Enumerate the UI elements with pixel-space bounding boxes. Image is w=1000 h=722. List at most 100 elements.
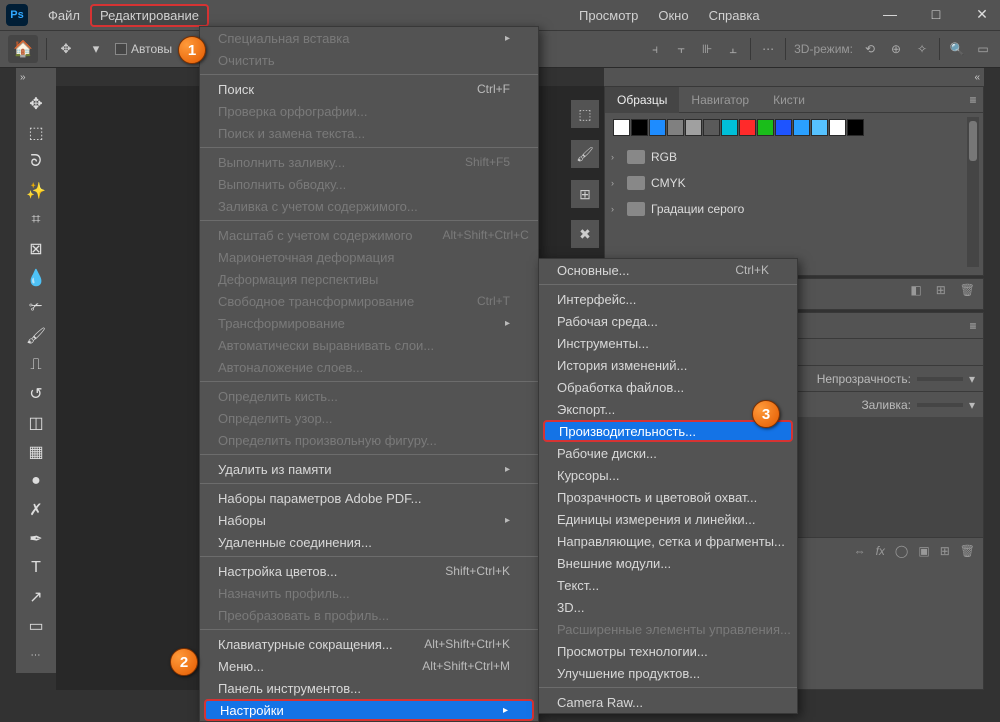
menu-auto-blend[interactable]: Автоналожение слоев... xyxy=(200,356,538,378)
new-group-icon[interactable]: ▣ xyxy=(918,544,929,558)
swatch[interactable] xyxy=(775,119,792,136)
swatch[interactable] xyxy=(631,119,648,136)
prefs-tools[interactable]: Инструменты... xyxy=(539,332,797,354)
menu-window[interactable]: Окно xyxy=(648,4,698,27)
swatch-folder-gray[interactable]: ›Градации серого xyxy=(605,196,983,222)
color-panel-icon[interactable]: ⬚ xyxy=(571,100,599,128)
prefs-type[interactable]: Текст... xyxy=(539,574,797,596)
prefs-workspace[interactable]: Рабочая среда... xyxy=(539,310,797,332)
prefs-camera-raw[interactable]: Camera Raw... xyxy=(539,691,797,713)
link-layers-icon[interactable]: ⇔ xyxy=(854,544,866,558)
menu-presets[interactable]: Наборы▸ xyxy=(200,509,538,531)
path-tool[interactable]: ↗ xyxy=(19,583,53,611)
menu-help[interactable]: Справка xyxy=(699,4,770,27)
crop-tool[interactable]: ⌗ xyxy=(19,206,53,234)
menu-menus[interactable]: Меню...Alt+Shift+Ctrl+M xyxy=(200,655,538,677)
swatch[interactable] xyxy=(793,119,810,136)
menu-toolbar[interactable]: Панель инструментов... xyxy=(200,677,538,699)
prefs-general[interactable]: Основные...Ctrl+K xyxy=(539,259,797,281)
swatch-folder-cmyk[interactable]: ›CMYK xyxy=(605,170,983,196)
swatch[interactable] xyxy=(721,119,738,136)
auto-select-check[interactable]: Автовы xyxy=(115,42,172,56)
delete-layer-icon[interactable]: 🗑 xyxy=(960,544,975,558)
move-tool[interactable]: ✥ xyxy=(19,90,53,118)
swatch[interactable] xyxy=(847,119,864,136)
prefs-plugins[interactable]: Внешние модули... xyxy=(539,552,797,574)
prefs-transparency[interactable]: Прозрачность и цветовой охват... xyxy=(539,486,797,508)
opacity-value[interactable] xyxy=(917,377,963,381)
dodge-tool[interactable]: ✗ xyxy=(19,496,53,524)
menu-define-pattern[interactable]: Определить узор... xyxy=(200,407,538,429)
menu-find-replace[interactable]: Поиск и замена текста... xyxy=(200,122,538,144)
more-tools[interactable]: ⋯ xyxy=(19,641,53,669)
brush-tool[interactable]: 🖌 xyxy=(19,322,53,350)
swatch[interactable] xyxy=(667,119,684,136)
shape-tool[interactable]: ▭ xyxy=(19,612,53,640)
layers-menu-icon[interactable]: ≡ xyxy=(963,319,983,333)
eraser-tool[interactable]: ◫ xyxy=(19,409,53,437)
prefs-interface[interactable]: Интерфейс... xyxy=(539,288,797,310)
fill-dropdown-icon[interactable]: ▾ xyxy=(969,398,975,412)
menu-paste-special[interactable]: Специальная вставка▸ xyxy=(200,27,538,49)
menu-clear[interactable]: Очистить xyxy=(200,49,538,71)
minimize-button[interactable]: — xyxy=(876,6,904,22)
swatch[interactable] xyxy=(811,119,828,136)
menu-preferences[interactable]: Настройки▸ xyxy=(204,699,534,721)
workspace-icon[interactable]: ▭ xyxy=(974,40,992,58)
menu-stroke[interactable]: Выполнить обводку... xyxy=(200,173,538,195)
swatches-panel-icon[interactable]: ⊞ xyxy=(571,180,599,208)
swatch[interactable] xyxy=(739,119,756,136)
align4-icon[interactable]: ⫠ xyxy=(724,40,742,58)
menu-search[interactable]: ПоискCtrl+F xyxy=(200,78,538,100)
menu-remote[interactable]: Удаленные соединения... xyxy=(200,531,538,553)
panel-menu-icon[interactable]: ≡ xyxy=(963,93,983,107)
fx-icon[interactable]: fx xyxy=(876,544,885,558)
menu-define-shape[interactable]: Определить произвольную фигуру... xyxy=(200,429,538,451)
swatch[interactable] xyxy=(703,119,720,136)
prefs-cursors[interactable]: Курсоры... xyxy=(539,464,797,486)
swatch[interactable] xyxy=(649,119,666,136)
panels-expand[interactable]: « xyxy=(604,68,984,86)
fill-value[interactable] xyxy=(917,403,963,407)
gradient-tool[interactable]: ▦ xyxy=(19,438,53,466)
menu-auto-align[interactable]: Автоматически выравнивать слои... xyxy=(200,334,538,356)
adjustments-panel-icon[interactable]: ✖ xyxy=(571,220,599,248)
swatch[interactable] xyxy=(613,119,630,136)
prefs-history[interactable]: История изменений... xyxy=(539,354,797,376)
prefs-scratch[interactable]: Рабочие диски... xyxy=(539,442,797,464)
menu-puppet[interactable]: Марионеточная деформация xyxy=(200,246,538,268)
menu-free-transform[interactable]: Свободное трансформированиеCtrl+T xyxy=(200,290,538,312)
new-folder-icon[interactable]: ⊞ xyxy=(936,283,946,297)
healing-tool[interactable]: ✃ xyxy=(19,293,53,321)
new-layer-icon[interactable]: ⊞ xyxy=(940,544,950,558)
stamp-tool[interactable]: ⎍ xyxy=(19,351,53,379)
menu-fill[interactable]: Выполнить заливку...Shift+F5 xyxy=(200,151,538,173)
swatches-tab[interactable]: Образцы xyxy=(605,87,679,113)
menu-content-scale[interactable]: Масштаб с учетом содержимогоAlt+Shift+Ct… xyxy=(200,224,538,246)
menu-assign-profile[interactable]: Назначить профиль... xyxy=(200,582,538,604)
history-brush-tool[interactable]: ↺ xyxy=(19,380,53,408)
menu-convert-profile[interactable]: Преобразовать в профиль... xyxy=(200,604,538,626)
prefs-file-handling[interactable]: Обработка файлов... xyxy=(539,376,797,398)
menu-edit[interactable]: Редактирование xyxy=(90,4,209,27)
menu-purge[interactable]: Удалить из памяти▸ xyxy=(200,458,538,480)
swatch[interactable] xyxy=(829,119,846,136)
menu-color-settings[interactable]: Настройка цветов...Shift+Ctrl+K xyxy=(200,560,538,582)
opacity-dropdown-icon[interactable]: ▾ xyxy=(969,372,975,386)
align3-icon[interactable]: ⊪ xyxy=(698,40,716,58)
menu-file[interactable]: Файл xyxy=(38,4,90,27)
zoom-icon[interactable]: ✧ xyxy=(913,40,931,58)
delete-icon[interactable]: 🗑 xyxy=(960,283,975,297)
prefs-guides[interactable]: Направляющие, сетка и фрагменты... xyxy=(539,530,797,552)
menu-keyboard-shortcuts[interactable]: Клавиатурные сокращения...Alt+Shift+Ctrl… xyxy=(200,633,538,655)
prefs-tech-preview[interactable]: Просмотры технологии... xyxy=(539,640,797,662)
move-icon[interactable]: ✥ xyxy=(55,38,77,60)
pan-icon[interactable]: ⊕ xyxy=(887,40,905,58)
align-icon[interactable]: ⫞ xyxy=(646,40,664,58)
menu-perspective[interactable]: Деформация перспективы xyxy=(200,268,538,290)
swatch-folder-rgb[interactable]: ›RGB xyxy=(605,144,983,170)
search-icon[interactable]: 🔍 xyxy=(948,40,966,58)
prefs-3d[interactable]: 3D... xyxy=(539,596,797,618)
menu-pdf-presets[interactable]: Наборы параметров Adobe PDF... xyxy=(200,487,538,509)
brushes-tab[interactable]: Кисти xyxy=(761,87,817,113)
